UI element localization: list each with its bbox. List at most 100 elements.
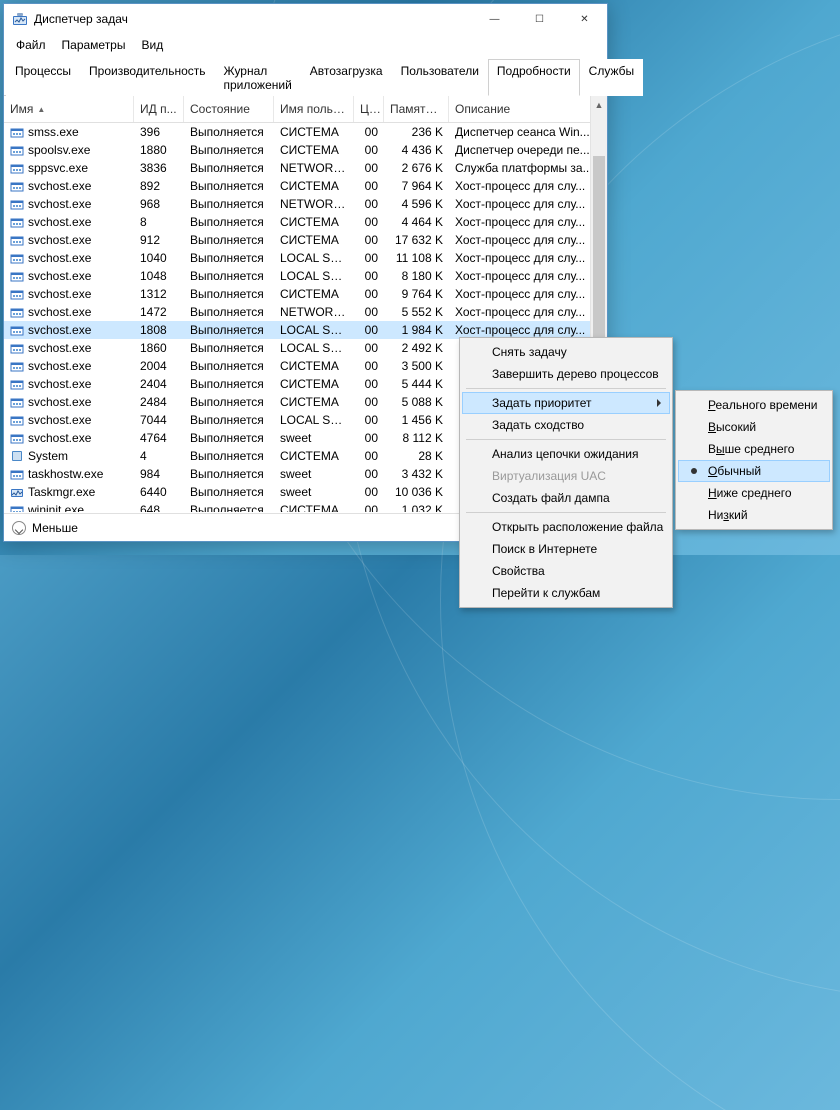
collapse-icon[interactable] <box>12 521 26 535</box>
cell-user: СИСТЕМА <box>274 502 354 512</box>
cell-name: svchost.exe <box>4 268 134 285</box>
cell-user: NETWORK... <box>274 304 354 320</box>
cell-mem: 4 464 K <box>384 214 449 230</box>
priority-option[interactable]: Низкий <box>678 504 830 526</box>
tab-users[interactable]: Пользователи <box>392 59 488 96</box>
cell-state: Выполняется <box>184 484 274 500</box>
process-icon <box>10 413 24 427</box>
scroll-up-icon[interactable]: ▲ <box>591 96 607 113</box>
col-state[interactable]: Состояние <box>184 96 274 122</box>
tab-app-history[interactable]: Журнал приложений <box>215 59 301 96</box>
table-row[interactable]: svchost.exe968ВыполняетсяNETWORK...004 5… <box>4 195 607 213</box>
col-mem[interactable]: Память (ч... <box>384 96 449 122</box>
cell-mem: 1 456 K <box>384 412 449 428</box>
menu-file[interactable]: Файл <box>10 36 52 54</box>
cell-state: Выполняется <box>184 142 274 158</box>
table-row[interactable]: svchost.exe1312ВыполняетсяСИСТЕМА009 764… <box>4 285 607 303</box>
table-row[interactable]: spoolsv.exe1880ВыполняетсяСИСТЕМА004 436… <box>4 141 607 159</box>
cell-cpu: 00 <box>354 160 384 176</box>
priority-option[interactable]: Высокий <box>678 416 830 438</box>
cell-state: Выполняется <box>184 286 274 302</box>
table-row[interactable]: smss.exe396ВыполняетсяСИСТЕМА00236 KДисп… <box>4 123 607 141</box>
menu-item[interactable]: Снять задачу <box>462 341 670 363</box>
cell-mem: 9 764 K <box>384 286 449 302</box>
priority-option[interactable]: Обычный <box>678 460 830 482</box>
col-desc[interactable]: Описание <box>449 96 607 122</box>
priority-option[interactable]: Ниже среднего <box>678 482 830 504</box>
menu-item[interactable]: Задать приоритет <box>462 392 670 414</box>
tabstrip: Процессы Производительность Журнал прило… <box>4 58 607 96</box>
process-icon <box>10 161 24 175</box>
close-button[interactable]: ✕ <box>562 4 607 34</box>
cell-user: СИСТЕМА <box>274 142 354 158</box>
menu-item[interactable]: Поиск в Интернете <box>462 538 670 560</box>
table-row[interactable]: svchost.exe8ВыполняетсяСИСТЕМА004 464 KХ… <box>4 213 607 231</box>
col-user[interactable]: Имя польз... <box>274 96 354 122</box>
menu-item[interactable]: Перейти к службам <box>462 582 670 604</box>
cell-mem: 28 K <box>384 448 449 464</box>
maximize-button[interactable]: ☐ <box>517 4 562 34</box>
titlebar[interactable]: Диспетчер задач — ☐ ✕ <box>4 4 607 34</box>
table-row[interactable]: svchost.exe1048ВыполняетсяLOCAL SE...008… <box>4 267 607 285</box>
menu-item[interactable]: Задать сходство <box>462 414 670 436</box>
submenu-arrow-icon <box>657 399 661 407</box>
cell-cpu: 00 <box>354 412 384 428</box>
process-icon <box>10 467 24 481</box>
cell-name: svchost.exe <box>4 304 134 321</box>
cell-user: СИСТЕМА <box>274 394 354 410</box>
table-row[interactable]: sppsvc.exe3836ВыполняетсяNETWORK...002 6… <box>4 159 607 177</box>
cell-state: Выполняется <box>184 394 274 410</box>
tab-startup[interactable]: Автозагрузка <box>301 59 392 96</box>
cell-pid: 2404 <box>134 376 184 392</box>
table-row[interactable]: svchost.exe912ВыполняетсяСИСТЕМА0017 632… <box>4 231 607 249</box>
cell-state: Выполняется <box>184 304 274 320</box>
tab-processes[interactable]: Процессы <box>6 59 80 96</box>
cell-name: Taskmgr.exe <box>4 484 134 501</box>
cell-cpu: 00 <box>354 214 384 230</box>
priority-option[interactable]: Выше среднего <box>678 438 830 460</box>
cell-state: Выполняется <box>184 160 274 176</box>
cell-mem: 1 984 K <box>384 322 449 338</box>
cell-desc: Хост-процесс для слу... <box>449 304 607 320</box>
cell-pid: 7044 <box>134 412 184 428</box>
cell-cpu: 00 <box>354 250 384 266</box>
cell-mem: 10 036 K <box>384 484 449 500</box>
cell-mem: 11 108 K <box>384 250 449 266</box>
cell-desc: Диспетчер очереди пе... <box>449 142 607 158</box>
cell-pid: 1808 <box>134 322 184 338</box>
table-row[interactable]: svchost.exe892ВыполняетсяСИСТЕМА007 964 … <box>4 177 607 195</box>
cell-name: svchost.exe <box>4 412 134 429</box>
cell-pid: 648 <box>134 502 184 512</box>
menu-item[interactable]: Создать файл дампа <box>462 487 670 509</box>
cell-pid: 3836 <box>134 160 184 176</box>
cell-user: LOCAL SE... <box>274 412 354 428</box>
cell-state: Выполняется <box>184 502 274 512</box>
tab-details[interactable]: Подробности <box>488 59 580 96</box>
cell-state: Выполняется <box>184 178 274 194</box>
minimize-button[interactable]: — <box>472 4 517 34</box>
cell-name: sppsvc.exe <box>4 160 134 177</box>
menu-item[interactable]: Анализ цепочки ожидания <box>462 443 670 465</box>
menu-separator <box>466 512 666 513</box>
tab-services[interactable]: Службы <box>580 59 643 96</box>
table-row[interactable]: svchost.exe1472ВыполняетсяNETWORK...005 … <box>4 303 607 321</box>
cell-user: sweet <box>274 430 354 446</box>
menu-item[interactable]: Открыть расположение файла <box>462 516 670 538</box>
cell-desc: Хост-процесс для слу... <box>449 286 607 302</box>
col-cpu[interactable]: ЦП <box>354 96 384 122</box>
col-name[interactable]: Имя ▲ <box>4 96 134 122</box>
table-row[interactable]: svchost.exe1040ВыполняетсяLOCAL SE...001… <box>4 249 607 267</box>
tab-performance[interactable]: Производительность <box>80 59 214 96</box>
cell-mem: 3 500 K <box>384 358 449 374</box>
menu-options[interactable]: Параметры <box>56 36 132 54</box>
cell-name: wininit.exe <box>4 502 134 512</box>
app-icon <box>12 11 28 27</box>
priority-option[interactable]: Реального времени <box>678 394 830 416</box>
menu-view[interactable]: Вид <box>135 36 169 54</box>
cell-pid: 2004 <box>134 358 184 374</box>
menu-item[interactable]: Свойства <box>462 560 670 582</box>
cell-mem: 2 492 K <box>384 340 449 356</box>
fewer-details-label[interactable]: Меньше <box>32 521 78 535</box>
menu-item[interactable]: Завершить дерево процессов <box>462 363 670 385</box>
col-pid[interactable]: ИД п... <box>134 96 184 122</box>
